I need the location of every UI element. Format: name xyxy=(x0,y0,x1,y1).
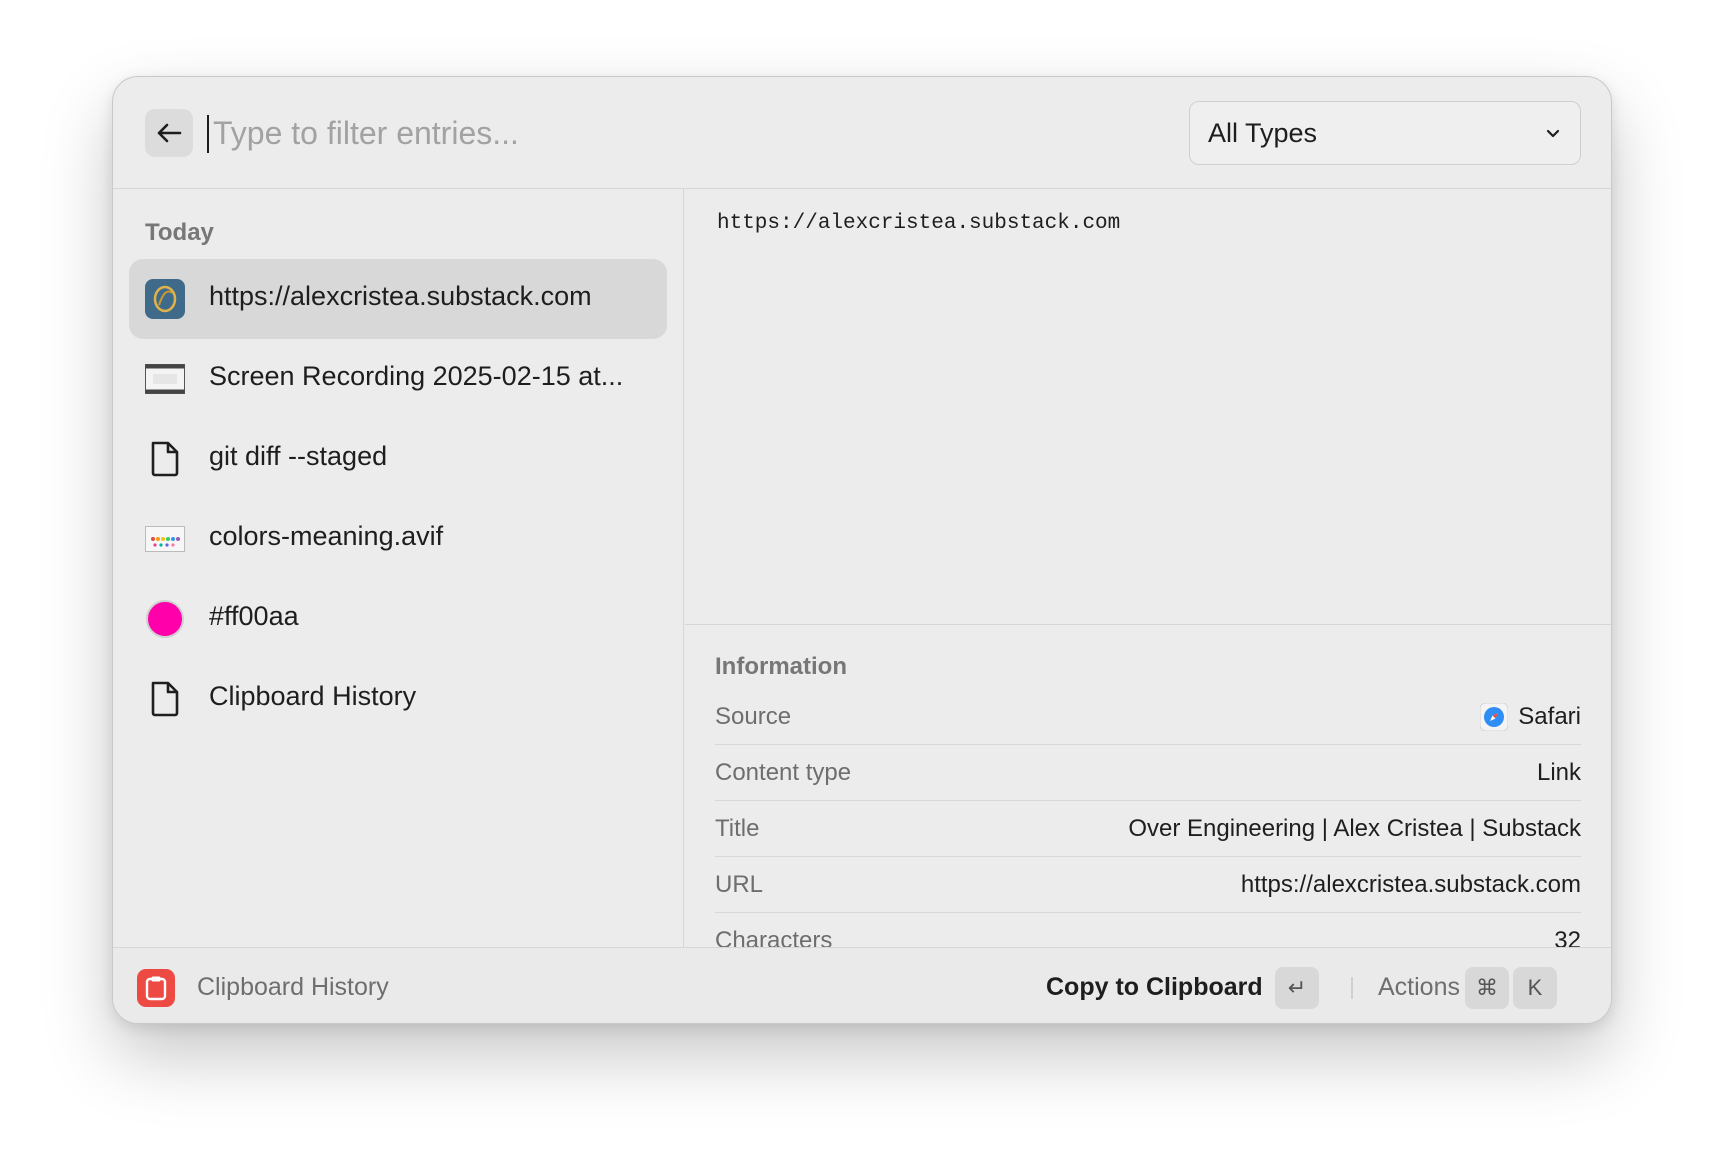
enter-key-badge: ↵ xyxy=(1275,967,1319,1009)
substack-favicon-icon xyxy=(145,279,185,319)
safari-icon xyxy=(1480,703,1509,731)
preview-content: https://alexcristea.substack.com xyxy=(717,212,1121,235)
actions-button[interactable]: Actions xyxy=(1378,973,1460,1002)
list-item[interactable]: #ff00aa xyxy=(129,579,667,659)
section-title-today: Today xyxy=(145,219,214,246)
search-header: All Types xyxy=(113,77,1611,189)
action-bar: Clipboard History Copy to Clipboard ↵ Ac… xyxy=(113,947,1611,1023)
info-key: Content type xyxy=(715,759,852,786)
clipboard-app-icon xyxy=(137,969,175,1007)
info-row-title: Title Over Engineering | Alex Cristea | … xyxy=(715,801,1581,857)
info-value: 32 xyxy=(1554,927,1581,947)
info-value: https://alexcristea.substack.com xyxy=(1240,871,1581,898)
information-title: Information xyxy=(715,653,847,680)
list-item-label: #ff00aa xyxy=(209,601,299,631)
list-item-label: Clipboard History xyxy=(209,681,417,711)
info-value-text: Safari xyxy=(1518,703,1581,730)
list-item-label: git diff --staged xyxy=(209,441,388,471)
entries-list: Today https://alexcristea.substack.com S… xyxy=(113,189,684,947)
arrow-left-icon xyxy=(157,123,182,143)
list-item[interactable]: colors-meaning.avif xyxy=(129,499,667,579)
chevron-down-icon xyxy=(1546,129,1560,138)
list-item-label: https://alexcristea.substack.com xyxy=(209,281,592,311)
list-item[interactable]: Clipboard History xyxy=(129,659,667,739)
video-thumbnail-icon xyxy=(145,359,185,399)
list-item[interactable]: https://alexcristea.substack.com xyxy=(129,259,667,339)
clipboard-history-window: All Types Today https://alexcristea.subs… xyxy=(112,76,1612,1024)
k-key-badge: K xyxy=(1513,967,1557,1009)
info-key: Characters xyxy=(715,927,833,947)
info-key: URL xyxy=(715,871,764,898)
back-button[interactable] xyxy=(145,109,193,157)
list-item[interactable]: Screen Recording 2025-02-15 at... xyxy=(129,339,667,419)
information-panel: Information Source Safari Content type L… xyxy=(685,624,1611,947)
info-key: Source xyxy=(715,703,792,730)
info-row-source: Source Safari xyxy=(715,689,1581,745)
color-swatch-icon xyxy=(145,599,185,639)
info-row-content-type: Content type Link xyxy=(715,745,1581,801)
list-item-label: Screen Recording 2025-02-15 at... xyxy=(209,361,624,391)
type-filter-dropdown[interactable]: All Types xyxy=(1189,101,1581,165)
text-cursor xyxy=(207,115,209,153)
copy-to-clipboard-button[interactable]: Copy to Clipboard xyxy=(1046,973,1263,1002)
info-key: Title xyxy=(715,815,760,842)
info-row-url: URL https://alexcristea.substack.com xyxy=(715,857,1581,913)
footer-app-name: Clipboard History xyxy=(197,973,389,1001)
divider xyxy=(1351,977,1353,999)
image-thumbnail-icon xyxy=(145,519,185,559)
list-item[interactable]: git diff --staged xyxy=(129,419,667,499)
search-input[interactable] xyxy=(213,105,1173,161)
info-value: Over Engineering | Alex Cristea | Substa… xyxy=(1128,815,1581,842)
command-key-badge: ⌘ xyxy=(1465,967,1509,1009)
document-icon xyxy=(145,679,185,719)
info-value: Safari xyxy=(1480,703,1581,731)
list-item-label: colors-meaning.avif xyxy=(209,521,444,551)
document-icon xyxy=(145,439,185,479)
info-row-characters: Characters 32 xyxy=(715,913,1581,947)
info-value: Link xyxy=(1536,759,1581,786)
type-filter-value: All Types xyxy=(1208,118,1318,148)
